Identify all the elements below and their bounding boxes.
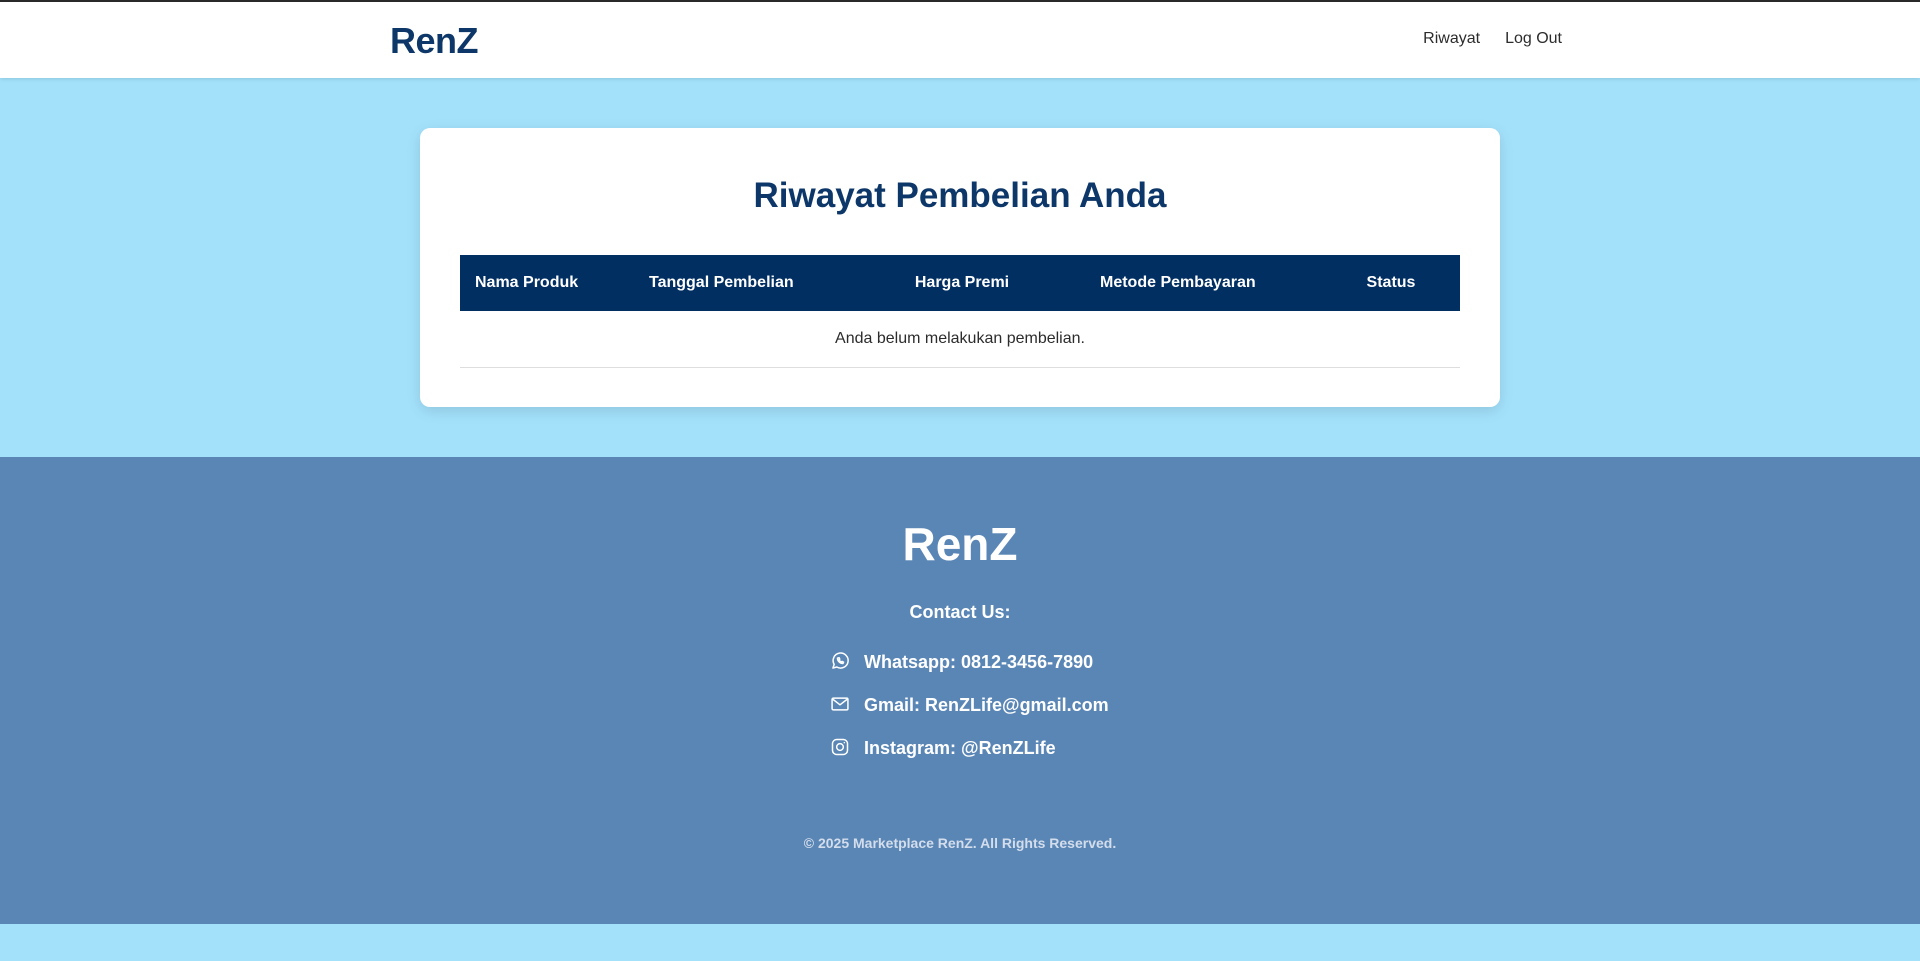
history-table: Nama Produk Tanggal Pembelian Harga Prem… [460,255,1460,368]
history-card: Riwayat Pembelian Anda Nama Produk Tangg… [420,128,1500,407]
contact-gmail[interactable]: Gmail: RenZLife@gmail.com [830,694,1109,716]
brand-logo[interactable]: RenZ [390,20,479,62]
table-header-row: Nama Produk Tanggal Pembelian Harga Prem… [460,255,1460,311]
nav-riwayat-link[interactable]: Riwayat [1423,30,1480,48]
column-header-metode-pembayaran: Metode Pembayaran [1100,274,1256,291]
instagram-icon [830,737,852,759]
column-header-nama-produk: Nama Produk [475,274,579,291]
page-title: Riwayat Pembelian Anda [753,176,1167,215]
footer-brand: RenZ [902,518,1018,570]
nav-links: Riwayat Log Out [1423,30,1562,48]
contact-instagram-text: Instagram: @RenZLife [864,737,1056,758]
contact-whatsapp[interactable]: Whatsapp: 0812-3456-7890 [830,651,1093,673]
column-header-status: Status [1366,274,1416,291]
navbar: RenZ Riwayat Log Out [0,2,1920,78]
column-header-tanggal-pembelian: Tanggal Pembelian [649,274,794,291]
empty-state-message: Anda belum melakukan pembelian. [460,311,1460,368]
nav-logout-link[interactable]: Log Out [1505,30,1562,48]
contact-heading: Contact Us: [909,602,1011,622]
contact-instagram[interactable]: Instagram: @RenZLife [830,737,1056,759]
contact-gmail-text: Gmail: RenZLife@gmail.com [864,694,1109,715]
mail-icon [830,694,852,716]
column-header-harga-premi: Harga Premi [914,274,1010,291]
contact-whatsapp-text: Whatsapp: 0812-3456-7890 [864,651,1094,672]
copyright-text: © 2025 Marketplace RenZ. All Rights Rese… [803,835,1117,851]
footer: RenZ Contact Us: Whatsapp: 0812-3456-789… [0,457,1920,924]
whatsapp-icon [830,651,852,673]
table-row: Anda belum melakukan pembelian. [460,311,1460,368]
